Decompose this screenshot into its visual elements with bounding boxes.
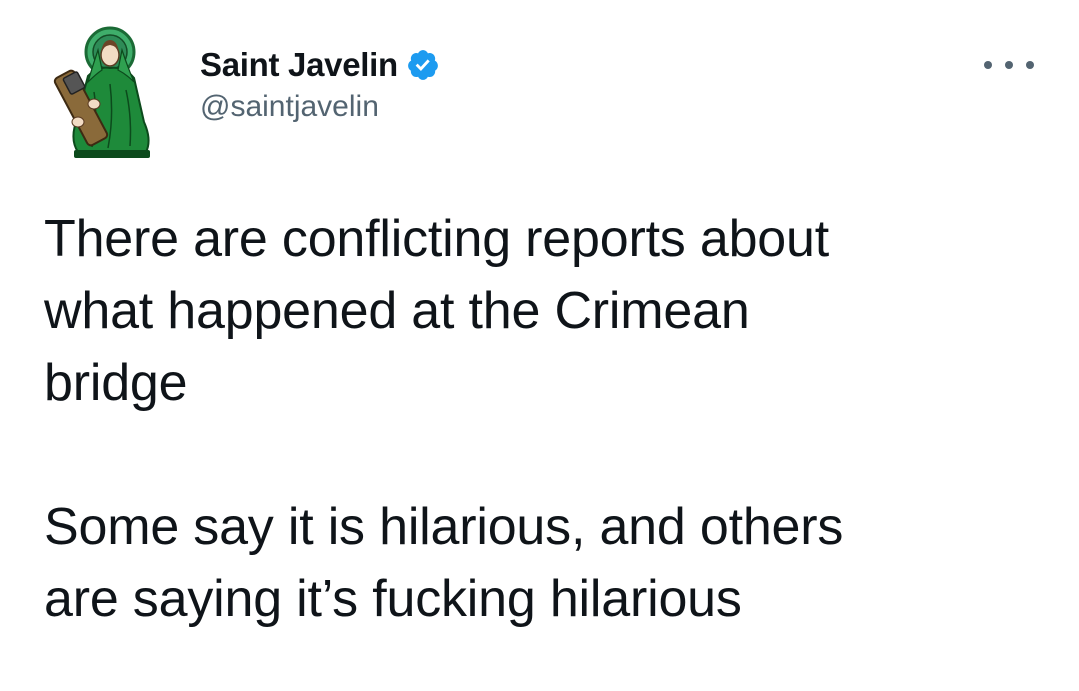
verified-badge-icon — [407, 50, 438, 80]
tweet-paragraph: There are conflicting reports about what… — [44, 210, 829, 412]
more-horizontal-icon[interactable] — [984, 50, 1034, 80]
more-dot — [984, 61, 992, 69]
tweet-author: Saint Javelin @saintjavelin — [200, 42, 440, 124]
tweet-paragraph: Some say it is hilarious, and others are… — [44, 498, 844, 628]
tweet-text: There are conflicting reports about what… — [44, 203, 1054, 635]
avatar[interactable] — [48, 22, 172, 162]
author-name-row: Saint Javelin — [200, 42, 440, 88]
author-handle[interactable]: @saintjavelin — [200, 90, 440, 124]
tweet-card: Saint Javelin @saintjavelin There are co… — [0, 0, 1079, 691]
author-display-name[interactable]: Saint Javelin — [200, 46, 398, 84]
more-dot — [1026, 61, 1034, 69]
more-dot — [1005, 61, 1013, 69]
